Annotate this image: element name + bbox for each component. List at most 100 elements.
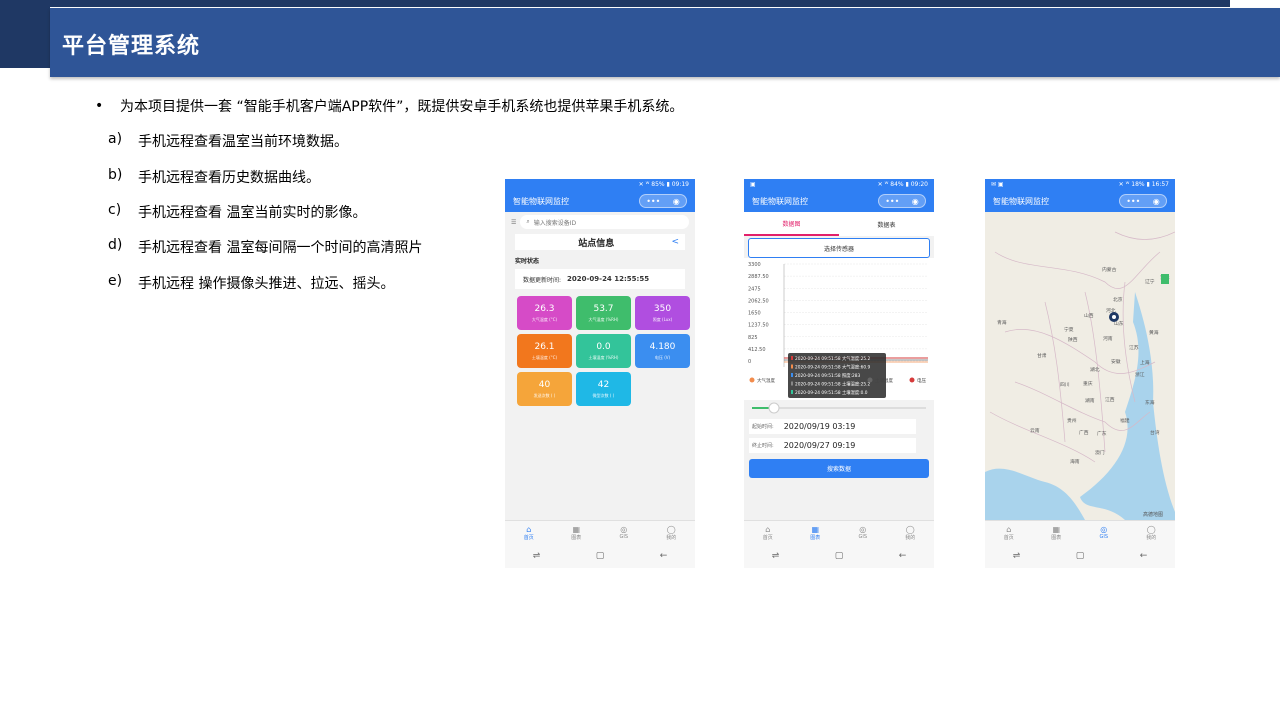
close-target-icon[interactable]: ◉ [673,197,680,206]
status-right: ✕ ᵂ 84% ▮ 09:20 [877,181,928,188]
home-icon: ⌂ [1006,524,1012,534]
sensor-tile[interactable]: 4.180 电压 (V) [635,334,690,368]
sensor-value: 26.3 [534,303,555,314]
search-icon: ⌕ [526,218,530,225]
close-target-icon[interactable]: ◉ [912,197,919,206]
map-label: 山西 [1084,312,1094,319]
tab-data-table[interactable]: 数据表 [839,212,934,236]
start-time-field[interactable]: 起始时间: 2020/09/19 03:19 [749,419,916,434]
station-title: 站点信息 [578,238,615,249]
tab-home[interactable]: ⌂ 首页 [744,521,792,544]
gis-map[interactable]: 吉林辽宁内蒙古北京河北山西山东青海宁夏陕西河南江苏甘肃安徽上海湖北四川重庆浙江湖… [985,212,1175,520]
close-target-icon[interactable]: ◉ [1153,197,1160,206]
tab-home[interactable]: ⌂ 首页 [505,521,553,544]
tab-label: GIS [1099,534,1109,540]
sensor-tile[interactable]: 42 微型次数 ( ) [576,372,631,406]
mini-program-capsule[interactable]: ••• ◉ [1119,194,1167,208]
tab-me[interactable]: ◯ 我的 [887,521,935,544]
time-range-form: 起始时间: 2020/09/19 03:19 终止时间: 2020/09/27 … [744,400,934,520]
sensor-value: 350 [653,303,672,314]
sensor-tile[interactable]: 350 照度 (Lux) [635,296,690,330]
sensor-value: 26.1 [534,341,555,352]
sensor-label: 电压 (V) [654,354,671,360]
sensor-tile[interactable]: 0.0 土壤湿度 (%RH) [576,334,631,368]
tab-gis[interactable]: ◎ GIS [600,521,648,544]
phone-screenshot-home: ✕ ᵂ 85% ▮ 09:19 智能物联网监控 ••• ◉ ☰ ⌕ 输入搜索设备… [505,179,695,568]
province-border [994,251,1161,289]
sensor-value: 40 [538,379,551,390]
map-label: 广西 [1079,429,1089,436]
slider-handle[interactable] [768,402,780,414]
tab-charts[interactable]: ▦ 图表 [553,521,601,544]
tab-label: 图表 [571,534,582,541]
bullet-dot: • [95,98,104,114]
map-label: 东海 [1145,399,1155,406]
back-icon[interactable]: ← [1140,551,1148,561]
province-border [1044,301,1066,443]
recent-apps-icon[interactable]: ⇌ [533,551,541,561]
list-item-text: 手机远程 操作摄像头推进、拉远、摇头。 [138,276,395,292]
search-row: ☰ ⌕ 输入搜索设备ID [511,215,689,229]
more-icon[interactable]: ••• [885,197,899,206]
mini-program-capsule[interactable]: ••• ◉ [878,194,926,208]
tooltip-marker [791,381,793,386]
list-item: b) 手机远程查看历史数据曲线。 [108,167,320,187]
tab-charts[interactable]: ▦ 图表 [792,521,840,544]
chart-icon: ▦ [811,524,820,534]
sensor-tile[interactable]: 26.3 大气温度 (°C) [517,296,572,330]
province-border [1122,281,1136,403]
range-slider[interactable] [744,400,934,420]
sensor-tile[interactable]: 53.7 大气湿度 (%RH) [576,296,631,330]
list-item-letter: d) [108,237,123,253]
home-button-icon[interactable]: ▢ [596,551,605,561]
tab-me[interactable]: ◯ 我的 [648,521,696,544]
map-label: 青海 [997,319,1007,326]
map-control-icon[interactable] [1161,274,1169,284]
tab-label: 首页 [762,534,773,541]
map-label: 福建 [1120,417,1130,424]
home-button-icon[interactable]: ▢ [835,551,844,561]
back-icon[interactable]: ← [899,551,907,561]
recent-apps-icon[interactable]: ⇌ [772,551,780,561]
tab-gis[interactable]: ◎ GIS [1080,521,1128,544]
sensor-label: 微型次数 ( ) [592,392,615,398]
map-label: 湖南 [1085,397,1095,404]
tab-label: GIS [619,534,629,540]
sensor-tile[interactable]: 26.1 土壤温度 (°C) [517,334,572,368]
back-icon[interactable]: ← [660,551,668,561]
update-time-row: 数据更新时间: 2020-09-24 12:55:55 [515,269,685,289]
more-icon[interactable]: ••• [646,197,660,206]
search-input[interactable]: ⌕ 输入搜索设备ID [520,215,689,229]
title-bar: 平台管理系统 [50,8,1280,77]
tab-home[interactable]: ⌂ 首页 [985,521,1033,544]
tooltip-marker [791,364,793,369]
start-time-value: 2020/09/19 03:19 [783,422,856,431]
slide-title: 平台管理系统 [62,34,201,59]
recent-apps-icon[interactable]: ⇌ [1013,551,1021,561]
select-sensor-button[interactable]: 选择传感器 [748,238,930,258]
tab-charts[interactable]: ▦ 图表 [1033,521,1081,544]
search-data-button[interactable]: 搜索数据 [749,459,929,478]
home-button-icon[interactable]: ▢ [1076,551,1085,561]
map-label: 江西 [1105,396,1115,403]
more-icon[interactable]: ••• [1126,197,1140,206]
gis-map-svg[interactable]: 吉林辽宁内蒙古北京河北山西山东青海宁夏陕西河南江苏甘肃安徽上海湖北四川重庆浙江湖… [985,212,1175,520]
sensor-value: 4.180 [649,341,676,352]
search-placeholder: 输入搜索设备ID [533,219,577,227]
province-border [1114,231,1175,240]
y-tick-label: 2475 [748,286,761,292]
sensor-tile[interactable]: 40 发送次数 ( ) [517,372,572,406]
list-item: c) 手机远程查看 温室当前实时的影像。 [108,202,366,222]
status-bar: ✕ ᵂ 85% ▮ 09:19 [505,179,695,190]
sea-area [1080,292,1175,520]
back-icon[interactable]: < [671,237,679,247]
menu-icon[interactable]: ☰ [511,219,516,226]
map-label: 海南 [1070,458,1080,465]
end-time-field[interactable]: 终止时间: 2020/09/27 09:19 [749,438,916,453]
list-item-letter: e) [108,273,123,289]
tab-gis[interactable]: ◎ GIS [839,521,887,544]
tab-me[interactable]: ◯ 我的 [1128,521,1176,544]
slide: 平台管理系统 • 为本项目提供一套 “智能手机客户端APP软件”，既提供安卓手机… [0,0,1280,720]
tab-data-chart[interactable]: 数据图 [744,212,839,236]
mini-program-capsule[interactable]: ••• ◉ [639,194,687,208]
